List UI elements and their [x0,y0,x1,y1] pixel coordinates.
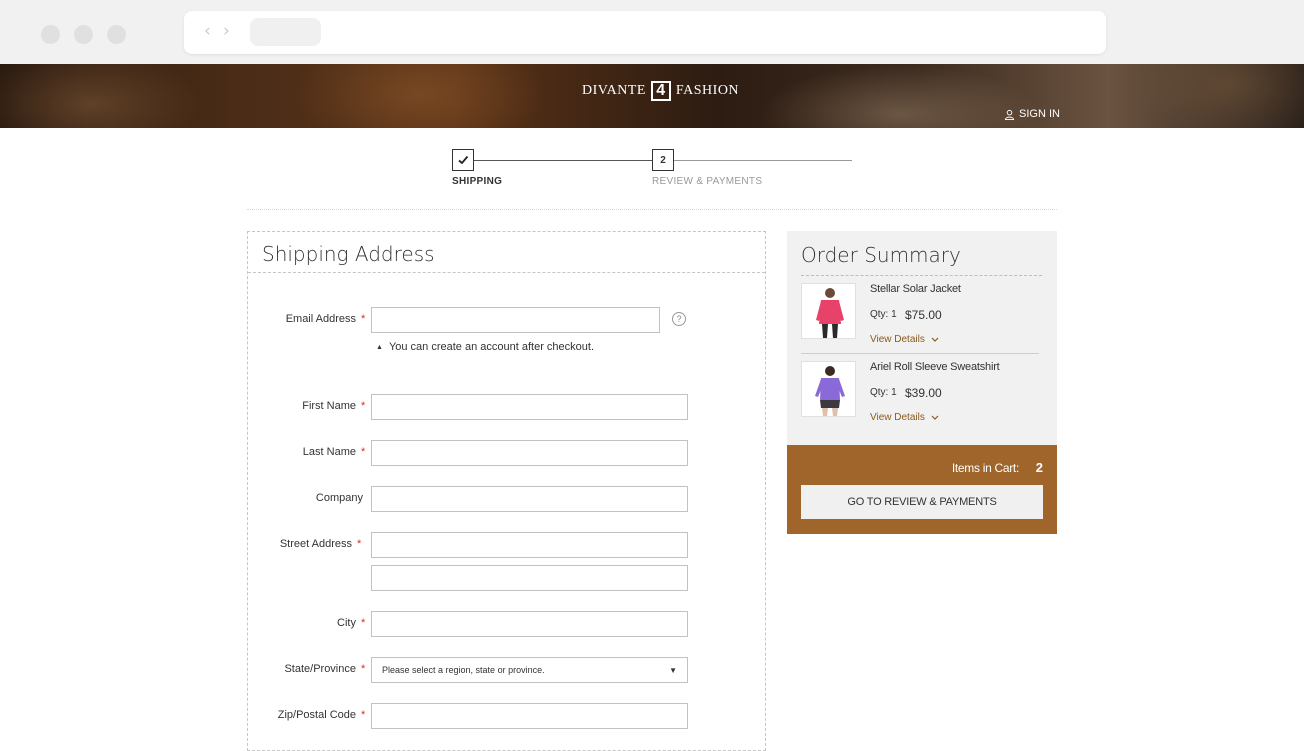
order-summary-divider [801,275,1042,276]
sweatshirt-image [815,366,845,416]
email-note-text: You can create an account after checkout… [388,341,595,353]
street-line1-input[interactable] [371,532,688,558]
company-input[interactable] [371,486,688,512]
step-shipping-marker[interactable] [452,149,474,171]
street-row-2 [248,565,767,591]
email-input[interactable] [371,307,660,333]
window-maximize-dot[interactable] [107,25,126,44]
zip-label: Zip/Postal Code [277,709,356,721]
state-label: State/Province [284,663,356,675]
step-review-marker[interactable]: 2 [652,149,674,171]
shipping-title: Shipping Address [262,242,435,266]
required-mark: * [361,617,366,629]
product-thumbnail[interactable] [801,283,856,339]
check-icon [458,155,469,165]
chevron-down-icon [931,415,939,420]
progress-line-complete [474,160,652,161]
state-select[interactable]: Please select a region, state or provinc… [371,657,688,683]
view-details-link[interactable]: View Details [870,412,939,423]
brand-mark: 4 [650,81,671,101]
street-line2-input[interactable] [371,565,688,591]
city-row: City * [248,611,767,637]
email-row: Email Address * [248,307,767,333]
state-row: State/Province * Please select a region,… [248,657,767,683]
sign-in-link[interactable]: SIGN IN [1004,108,1060,120]
last-name-row: Last Name * [248,440,767,466]
required-mark: * [361,663,366,675]
user-icon [1004,109,1015,120]
window-close-dot[interactable] [41,25,60,44]
product-price: $39.00 [905,386,942,400]
required-mark: * [361,400,366,412]
address-bar[interactable]: ‹ › [184,11,1106,54]
city-input[interactable] [371,611,688,637]
brand-left: DIVANTE [582,83,646,98]
first-name-row: First Name * [248,394,767,420]
street-label: Street Address [279,538,352,550]
window-minimize-dot[interactable] [74,25,93,44]
product-qty: Qty: 1 [870,309,897,320]
cart-item: Stellar Solar Jacket Qty: 1 $75.00 View … [801,283,1042,353]
view-details-label: View Details [870,334,925,345]
last-name-input[interactable] [371,440,688,466]
caret-up-icon: ▲ [376,343,383,351]
email-note: ▲ You can create an account after checko… [376,341,594,353]
email-label: Email Address [285,313,356,325]
help-icon[interactable]: ? [672,312,686,326]
first-name-label: First Name [302,400,356,412]
chevron-down-icon [931,337,939,342]
company-label: Company [315,492,363,504]
brand-logo[interactable]: DIVANTE 4 FASHION [582,81,739,101]
dropdown-arrow-icon: ▼ [669,665,677,675]
checkout-progress: 2 SHIPPING REVIEW & PAYMENTS [452,149,852,189]
forward-arrow-icon[interactable]: › [223,21,230,41]
required-mark: * [361,709,366,721]
item-divider [801,353,1039,354]
last-name-label: Last Name [302,446,356,458]
required-mark: * [361,313,366,325]
required-mark: * [361,446,366,458]
zip-row: Zip/Postal Code * [248,703,767,729]
brand-right: FASHION [675,83,740,98]
jacket-image [816,288,844,338]
first-name-input[interactable] [371,394,688,420]
progress-line-pending [674,160,852,161]
items-in-cart-count: 2 [1035,460,1043,475]
view-details-label: View Details [870,412,925,423]
order-summary-title: Order Summary [801,243,961,267]
product-qty: Qty: 1 [870,387,897,398]
order-summary-panel: Order Summary Stellar Solar Jacket Qty: … [787,231,1057,445]
street-row: Street Address * [248,532,767,558]
company-row: Company [248,486,767,512]
shipping-title-divider [248,272,765,273]
cart-action-bar: Items in Cart: 2 GO TO REVIEW & PAYMENTS [787,445,1057,534]
go-to-review-button[interactable]: GO TO REVIEW & PAYMENTS [801,485,1043,519]
url-field[interactable] [250,18,321,46]
back-arrow-icon[interactable]: ‹ [204,21,211,41]
sign-in-label: SIGN IN [1019,108,1060,120]
site-header: DIVANTE 4 FASHION SIGN IN [0,64,1304,128]
step-shipping-label[interactable]: SHIPPING [452,176,502,187]
shipping-address-panel: Shipping Address Email Address * ? ▲ You… [247,231,766,751]
state-select-value: Please select a region, state or provinc… [382,665,545,675]
progress-divider [247,209,1057,210]
product-name: Stellar Solar Jacket [870,283,961,295]
required-mark: * [357,538,362,550]
product-price: $75.00 [905,308,942,322]
cart-item: Ariel Roll Sleeve Sweatshirt Qty: 1 $39.… [801,361,1042,431]
browser-chrome: ‹ › [0,0,1304,64]
product-name: Ariel Roll Sleeve Sweatshirt [870,361,1000,373]
product-thumbnail[interactable] [801,361,856,417]
zip-input[interactable] [371,703,688,729]
items-in-cart-label: Items in Cart: [951,461,1019,475]
view-details-link[interactable]: View Details [870,334,939,345]
step-review-label[interactable]: REVIEW & PAYMENTS [652,176,762,187]
city-label: City [337,617,356,629]
